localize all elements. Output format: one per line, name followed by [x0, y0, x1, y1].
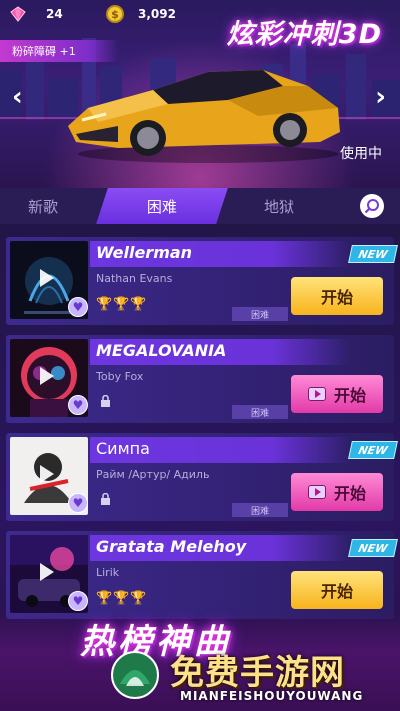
new-badge: NEW [348, 539, 398, 557]
favorite-heart-icon[interactable]: ♥ [68, 297, 88, 317]
car-in-use-label: 使用中 [340, 146, 382, 162]
previous-car-arrow[interactable]: ‹ [12, 84, 23, 110]
trophy-rating-icons: 🏆🏆🏆 [96, 591, 148, 606]
new-badge: NEW [348, 441, 398, 459]
watermark-logo-icon [111, 651, 159, 699]
start-button-label: 开始 [333, 386, 366, 405]
watch-ad-start-button[interactable]: 开始 [291, 375, 383, 413]
new-badge: NEW [348, 245, 398, 263]
song-card: ♥ Gratata Melehoy Lirik 🏆🏆🏆 NEW 开始 [6, 531, 398, 619]
favorite-heart-icon[interactable]: ♥ [68, 395, 88, 415]
video-ad-icon [307, 387, 326, 401]
next-car-arrow[interactable]: › [375, 84, 386, 110]
tab-hard[interactable]: 困难 [96, 188, 228, 224]
start-button-label: 开始 [320, 288, 353, 307]
difficulty-tag: 困难 [232, 405, 288, 419]
song-artist: Райм /Артур/ Адиль [96, 468, 210, 481]
garage-panel: 24 $ 3,092 炫彩冲刺3D 粉碎障碍 +1 ‹ › 使用中 [0, 0, 400, 188]
song-artist: Toby Fox [96, 370, 144, 383]
watermark-site-name: 免费手游网 [170, 653, 345, 693]
song-card: ♥ Wellerman Nathan Evans 🏆🏆🏆 困难 NEW 开始 [6, 237, 398, 325]
play-preview-icon[interactable] [40, 269, 54, 287]
tab-hell[interactable]: 地狱 [244, 188, 314, 224]
tab-label: 困难 [146, 197, 177, 216]
tab-label: 新歌 [27, 197, 58, 216]
song-title: MEGALOVANIA [96, 341, 227, 360]
sports-car-image[interactable] [58, 56, 348, 164]
lock-icon [100, 492, 111, 508]
gem-counter: 24 [10, 4, 63, 24]
search-button[interactable] [360, 194, 384, 218]
start-button[interactable]: 开始 [291, 571, 383, 609]
lock-icon [100, 394, 111, 410]
start-button-label: 开始 [320, 582, 353, 601]
start-button[interactable]: 开始 [291, 277, 383, 315]
song-title: Симпа [96, 439, 150, 458]
start-button-label: 开始 [333, 484, 366, 503]
gem-count: 24 [46, 7, 63, 21]
song-title: Wellerman [96, 243, 193, 262]
favorite-heart-icon[interactable]: ♥ [68, 493, 88, 513]
coin-counter: $ 3,092 [106, 4, 176, 24]
trophy-rating-icons: 🏆🏆🏆 [96, 297, 148, 312]
favorite-heart-icon[interactable]: ♥ [68, 591, 88, 611]
coin-count: 3,092 [138, 7, 176, 21]
difficulty-tabs: 新歌 困难 地狱 [0, 188, 400, 224]
game-logo: 炫彩冲刺3D [226, 19, 382, 50]
watermark-site-url: MIANFEISHOUYOUWANG [180, 689, 364, 703]
search-icon [364, 199, 379, 214]
play-preview-icon[interactable] [40, 563, 54, 581]
song-artist: Lirik [96, 566, 120, 579]
watch-ad-start-button[interactable]: 开始 [291, 473, 383, 511]
gem-icon [10, 6, 26, 22]
song-title: Gratata Melehoy [96, 537, 247, 556]
play-preview-icon[interactable] [40, 367, 54, 385]
song-card: ♥ Симпа Райм /Артур/ Адиль 困难 NEW 开始 [6, 433, 398, 521]
tab-new-songs[interactable]: 新歌 [8, 188, 78, 224]
video-ad-icon [307, 485, 326, 499]
difficulty-tag: 困难 [232, 503, 288, 517]
difficulty-tag: 困难 [232, 307, 288, 321]
song-card: ♥ MEGALOVANIA Toby Fox 困难 开始 [6, 335, 394, 423]
tab-label: 地狱 [263, 197, 294, 216]
coin-icon: $ [106, 5, 124, 23]
song-artist: Nathan Evans [96, 272, 173, 285]
play-preview-icon[interactable] [40, 465, 54, 483]
